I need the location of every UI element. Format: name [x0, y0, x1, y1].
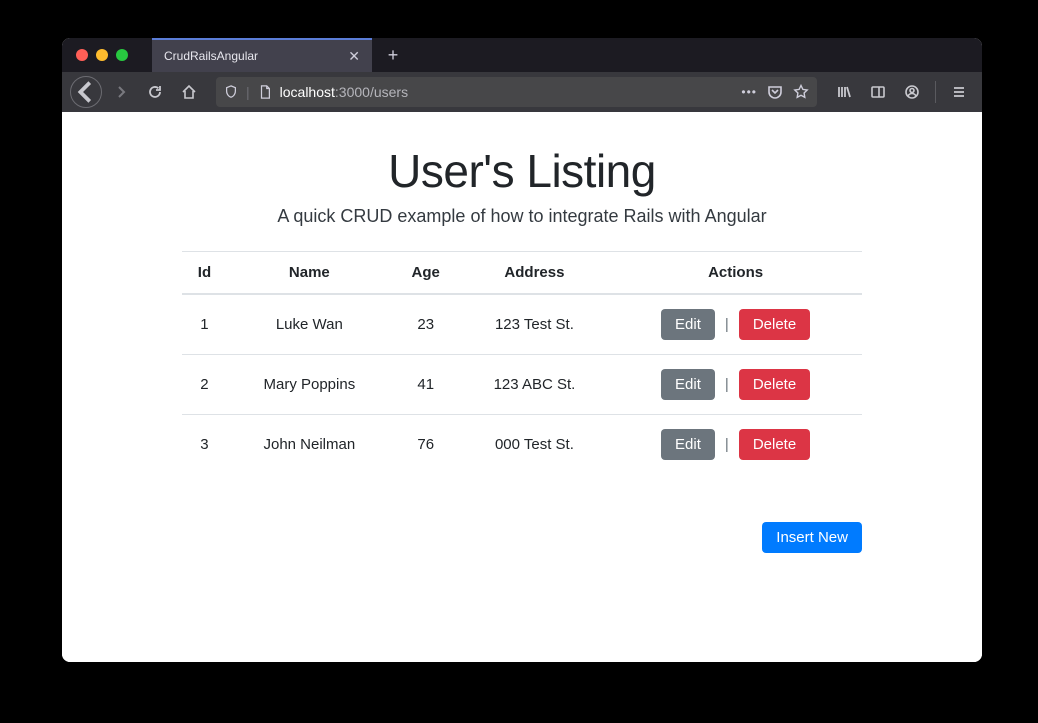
cell-id: 3	[182, 415, 227, 475]
forward-button[interactable]	[106, 77, 136, 107]
footer-actions: Insert New	[182, 522, 862, 553]
toolbar-right	[829, 77, 974, 107]
tab-bar: CrudRailsAngular ✕ +	[62, 38, 982, 72]
new-tab-button[interactable]: +	[378, 40, 408, 70]
menu-button[interactable]	[944, 77, 974, 107]
shield-icon	[224, 85, 238, 99]
col-address: Address	[460, 252, 610, 295]
pocket-icon[interactable]	[767, 84, 783, 100]
edit-button[interactable]: Edit	[661, 309, 715, 340]
action-separator: |	[725, 376, 729, 393]
page-subtitle: A quick CRUD example of how to integrate…	[182, 206, 862, 227]
col-name: Name	[227, 252, 392, 295]
home-button[interactable]	[174, 77, 204, 107]
actions-cell: Edit | Delete	[617, 309, 854, 340]
window-close-button[interactable]	[76, 49, 88, 61]
window-maximize-button[interactable]	[116, 49, 128, 61]
library-icon[interactable]	[829, 77, 859, 107]
edit-button[interactable]: Edit	[661, 429, 715, 460]
cell-address: 123 ABC St.	[460, 355, 610, 415]
edit-button[interactable]: Edit	[661, 369, 715, 400]
cell-age: 41	[392, 355, 460, 415]
delete-button[interactable]: Delete	[739, 309, 810, 340]
users-table: Id Name Age Address Actions 1 Luke Wan 2…	[182, 251, 862, 474]
address-bar[interactable]: | localhost:3000/users •••	[216, 77, 817, 107]
page-icon	[258, 85, 272, 99]
cell-address: 123 Test St.	[460, 294, 610, 355]
action-separator: |	[725, 436, 729, 453]
actions-cell: Edit | Delete	[617, 429, 854, 460]
cell-age: 76	[392, 415, 460, 475]
browser-tab[interactable]: CrudRailsAngular ✕	[152, 38, 372, 72]
reload-button[interactable]	[140, 77, 170, 107]
delete-button[interactable]: Delete	[739, 429, 810, 460]
cell-id: 1	[182, 294, 227, 355]
actions-cell: Edit | Delete	[617, 369, 854, 400]
nav-toolbar: | localhost:3000/users •••	[62, 72, 982, 112]
page-actions-icon[interactable]: •••	[741, 85, 757, 99]
cell-id: 2	[182, 355, 227, 415]
action-separator: |	[725, 316, 729, 333]
bookmark-star-icon[interactable]	[793, 84, 809, 100]
table-header-row: Id Name Age Address Actions	[182, 252, 862, 295]
cell-address: 000 Test St.	[460, 415, 610, 475]
cell-name: John Neilman	[227, 415, 392, 475]
url-text: localhost:3000/users	[280, 84, 408, 100]
cell-age: 23	[392, 294, 460, 355]
page-title: User's Listing	[182, 144, 862, 198]
delete-button[interactable]: Delete	[739, 369, 810, 400]
site-identity[interactable]: |	[224, 84, 272, 100]
page-container: User's Listing A quick CRUD example of h…	[172, 112, 872, 593]
window-controls	[62, 49, 152, 61]
back-button[interactable]	[70, 76, 102, 108]
table-row: 3 John Neilman 76 000 Test St. Edit | De…	[182, 415, 862, 475]
tab-close-button[interactable]: ✕	[348, 48, 360, 65]
tab-title: CrudRailsAngular	[164, 49, 348, 63]
browser-window: CrudRailsAngular ✕ + | localhost:3000/us…	[62, 38, 982, 662]
col-age: Age	[392, 252, 460, 295]
col-id: Id	[182, 252, 227, 295]
page-viewport: User's Listing A quick CRUD example of h…	[62, 112, 982, 662]
table-row: 1 Luke Wan 23 123 Test St. Edit | Delete	[182, 294, 862, 355]
col-actions: Actions	[609, 252, 862, 295]
account-icon[interactable]	[897, 77, 927, 107]
sidebar-icon[interactable]	[863, 77, 893, 107]
insert-new-button[interactable]: Insert New	[762, 522, 862, 553]
table-row: 2 Mary Poppins 41 123 ABC St. Edit | Del…	[182, 355, 862, 415]
cell-name: Luke Wan	[227, 294, 392, 355]
window-minimize-button[interactable]	[96, 49, 108, 61]
cell-name: Mary Poppins	[227, 355, 392, 415]
